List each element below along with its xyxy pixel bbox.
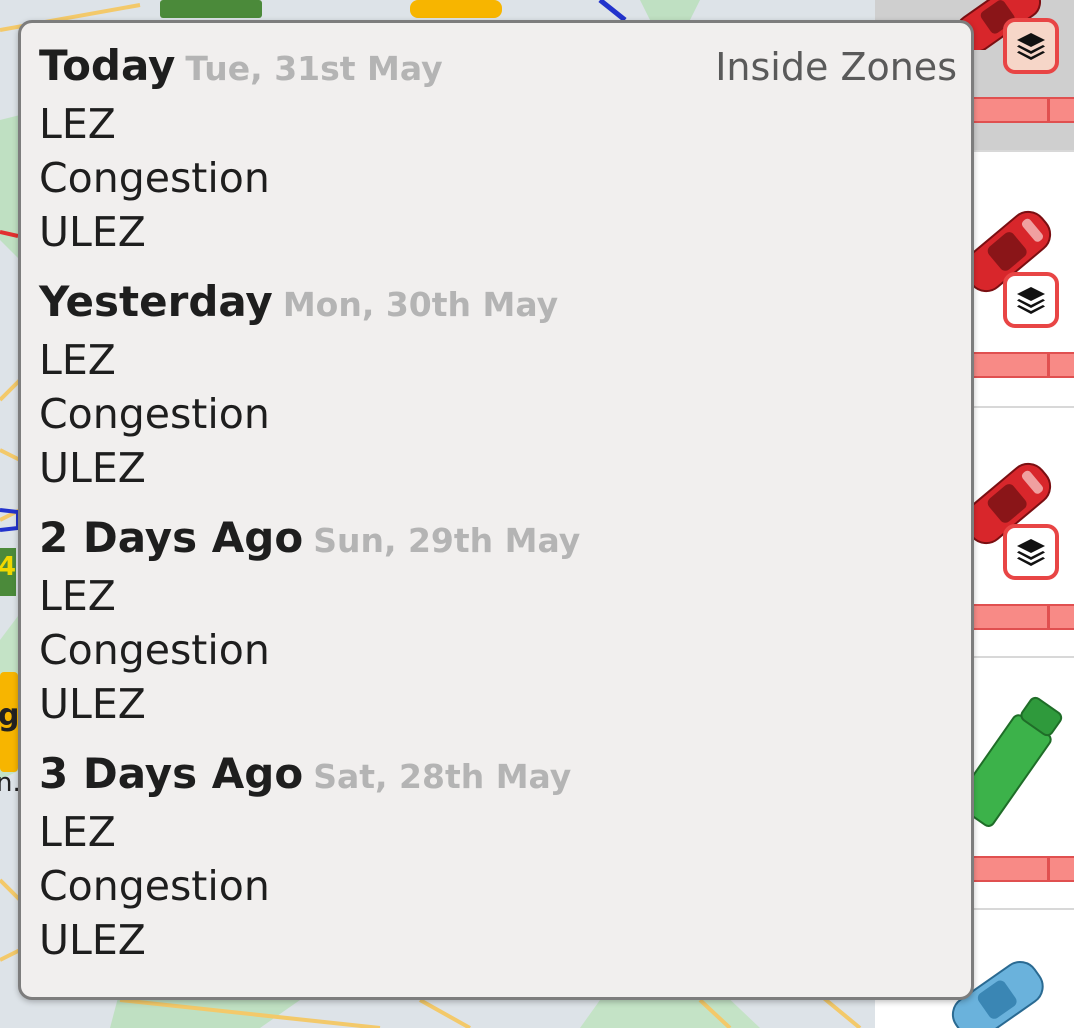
day-section-yesterday: Yesterday Mon, 30th May LEZ Congestion UL… (39, 277, 558, 495)
day-date: Tue, 31st May (185, 49, 443, 88)
day-section-today: Today Tue, 31st May LEZ Congestion ULEZ (39, 41, 443, 259)
popup-title: Inside Zones (715, 45, 957, 89)
day-header: 2 Days Ago Sun, 29th May (39, 513, 580, 569)
day-name: Today (39, 41, 176, 90)
day-header: 3 Days Ago Sat, 28th May (39, 749, 571, 805)
day-name: 3 Days Ago (39, 749, 304, 798)
layers-icon (1017, 287, 1045, 314)
zone-item: LEZ (39, 808, 116, 856)
day-section-3-days-ago: 3 Days Ago Sat, 28th May LEZ Congestion U… (39, 749, 571, 967)
zone-item: Congestion (39, 390, 270, 438)
layers-icon (1017, 33, 1045, 60)
layers-button[interactable] (1003, 272, 1059, 328)
zone-item: ULEZ (39, 680, 146, 728)
layers-icon (1017, 539, 1045, 566)
zone-item: ULEZ (39, 916, 146, 964)
map-label: g (0, 698, 20, 733)
zone-item: Congestion (39, 154, 270, 202)
day-header: Yesterday Mon, 30th May (39, 277, 558, 333)
zone-item: LEZ (39, 572, 116, 620)
day-date: Sun, 29th May (313, 521, 581, 560)
layers-button[interactable] (1003, 524, 1059, 580)
app-window: 4 g n. Inside Zones Today Tue, 31st May … (0, 0, 1074, 1028)
zone-item: Congestion (39, 626, 270, 674)
zone-item: ULEZ (39, 444, 146, 492)
day-section-2-days-ago: 2 Days Ago Sun, 29th May LEZ Congestion U… (39, 513, 580, 731)
zone-item: ULEZ (39, 208, 146, 256)
layers-button[interactable] (1003, 18, 1059, 74)
day-header: Today Tue, 31st May (39, 41, 443, 97)
zone-history-popup: Inside Zones Today Tue, 31st May LEZ Cong… (18, 20, 974, 1000)
day-date: Sat, 28th May (313, 757, 572, 796)
day-name: Yesterday (39, 277, 273, 326)
map-label: 4 (0, 552, 17, 582)
zone-item: LEZ (39, 336, 116, 384)
day-date: Mon, 30th May (282, 285, 559, 324)
day-name: 2 Days Ago (39, 513, 304, 562)
zone-item: LEZ (39, 100, 116, 148)
zone-item: Congestion (39, 862, 270, 910)
